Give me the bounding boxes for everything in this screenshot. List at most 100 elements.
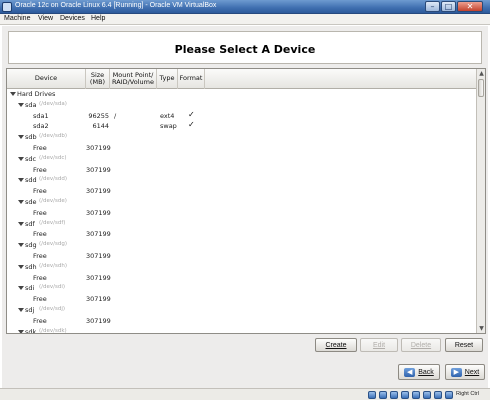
- partition-size: 307199: [86, 230, 111, 239]
- group-hard-drives[interactable]: Hard Drives: [7, 89, 477, 100]
- disk-row[interactable]: sdi (/dev/sdi): [7, 283, 477, 294]
- disk-row[interactable]: sdf (/dev/sdf): [7, 219, 477, 230]
- disk-row[interactable]: sda (/dev/sda): [7, 100, 477, 111]
- expander-icon[interactable]: [18, 156, 24, 161]
- network-icon[interactable]: [412, 391, 420, 399]
- vm-screen: Please Select A Device Device Size (MB) …: [2, 26, 488, 388]
- expander-icon[interactable]: [18, 264, 24, 269]
- minimize-button[interactable]: –: [425, 1, 440, 12]
- expander-icon[interactable]: [18, 135, 24, 140]
- mouse-integration-icon[interactable]: [445, 391, 453, 399]
- tree-header: Device Size (MB) Mount Point/ RAID/Volum…: [7, 69, 477, 89]
- disk-row[interactable]: sdk (/dev/sdk): [7, 327, 477, 334]
- window-titlebar[interactable]: Oracle 12c on Oracle Linux 6.4 [Running]…: [0, 0, 490, 14]
- partition-size: 96255: [88, 111, 109, 120]
- expander-icon[interactable]: [18, 308, 24, 312]
- disk-name: sda: [25, 100, 37, 109]
- usb-icon[interactable]: [390, 391, 398, 399]
- back-arrow-icon: ◀: [404, 367, 416, 377]
- expander-icon[interactable]: [18, 329, 24, 333]
- host-key-label: Right Ctrl: [456, 391, 479, 397]
- tree-scrollbar[interactable]: ▲ ▼: [476, 69, 485, 333]
- expander-icon[interactable]: [18, 286, 24, 291]
- menu-devices[interactable]: Devices: [60, 15, 85, 22]
- scroll-down-icon[interactable]: ▼: [478, 324, 485, 333]
- reset-button[interactable]: Reset: [445, 338, 483, 352]
- hard-disk-icon[interactable]: [368, 391, 376, 399]
- expander-icon[interactable]: [18, 178, 24, 183]
- partition-name: Free: [33, 230, 47, 239]
- optical-drive-icon[interactable]: [379, 391, 387, 399]
- capture-icon[interactable]: [434, 391, 442, 399]
- partition-row[interactable]: sda2 6144 swap ✓: [7, 120, 477, 132]
- partition-row[interactable]: Free 307199: [7, 316, 477, 327]
- vbox-statusbar: Right Ctrl: [0, 388, 490, 400]
- disk-row[interactable]: sdh (/dev/sdh): [7, 262, 477, 273]
- partition-row[interactable]: Free 307199: [7, 273, 477, 284]
- partition-row[interactable]: Free 307199: [7, 229, 477, 240]
- next-arrow-icon: ▶: [450, 367, 462, 377]
- menu-view[interactable]: View: [38, 15, 53, 22]
- partition-name: Free: [33, 273, 47, 282]
- edit-label: Edit: [372, 341, 386, 349]
- column-format[interactable]: Format: [178, 69, 205, 89]
- partition-row[interactable]: Free 307199: [7, 251, 477, 262]
- partition-mount: /: [114, 111, 117, 120]
- close-button[interactable]: ✕: [457, 1, 483, 12]
- disk-name: sdg: [25, 241, 37, 250]
- delete-label: Delete: [410, 341, 432, 349]
- partition-row[interactable]: Free 307199: [7, 208, 477, 219]
- maximize-button[interactable]: □: [441, 1, 456, 12]
- disk-row[interactable]: sdd (/dev/sdd): [7, 175, 477, 186]
- partition-row[interactable]: Free 307199: [7, 186, 477, 197]
- partition-name: sda1: [33, 111, 49, 120]
- disk-name: sdh: [25, 262, 37, 271]
- disk-row[interactable]: sdj (/dev/sdj): [7, 305, 477, 316]
- menu-help[interactable]: Help: [91, 15, 105, 22]
- partition-row[interactable]: sda1 96255 / ext4 ✓: [7, 110, 477, 122]
- expander-icon[interactable]: [10, 92, 16, 96]
- disk-path: (/dev/sdf): [39, 219, 66, 226]
- disk-path: (/dev/sdj): [39, 306, 66, 312]
- column-device[interactable]: Device: [7, 69, 86, 89]
- disk-row[interactable]: sdc (/dev/sdc): [7, 154, 477, 165]
- create-button[interactable]: Create: [315, 338, 357, 352]
- device-tree[interactable]: Device Size (MB) Mount Point/ RAID/Volum…: [6, 68, 486, 334]
- reset-label: Reset: [454, 341, 474, 349]
- column-type[interactable]: Type: [157, 69, 178, 89]
- scroll-up-icon[interactable]: ▲: [478, 69, 485, 78]
- menu-machine[interactable]: Machine: [4, 15, 30, 22]
- partition-type: ext4: [160, 111, 175, 120]
- disk-path: (/dev/sdk): [39, 327, 67, 334]
- delete-button[interactable]: Delete: [401, 338, 441, 352]
- disk-name: sdk: [25, 327, 37, 334]
- scroll-thumb[interactable]: [478, 79, 484, 97]
- disk-name: sdj: [25, 306, 35, 314]
- expander-icon[interactable]: [18, 102, 24, 107]
- next-button[interactable]: ▶ Next: [445, 364, 485, 380]
- back-button[interactable]: ◀ Back: [398, 364, 440, 380]
- column-mount[interactable]: Mount Point/ RAID/Volume: [110, 69, 157, 89]
- disk-path: (/dev/sda): [39, 100, 67, 107]
- display-icon[interactable]: [423, 391, 431, 399]
- expander-icon[interactable]: [18, 243, 24, 248]
- disk-row[interactable]: sdg (/dev/sdg): [7, 240, 477, 251]
- disk-row[interactable]: sdb (/dev/sdb): [7, 132, 477, 143]
- partition-row[interactable]: Free 307199: [7, 165, 477, 176]
- disk-row[interactable]: sde (/dev/sde): [7, 197, 477, 208]
- partition-row[interactable]: Free 307199: [7, 143, 477, 154]
- expander-icon[interactable]: [18, 221, 24, 226]
- disk-name: sdb: [25, 133, 37, 142]
- disk-path: (/dev/sdd): [39, 176, 67, 183]
- virtualbox-icon: [2, 2, 12, 12]
- page-title: Please Select A Device: [174, 43, 316, 56]
- disk-path: (/dev/sdc): [39, 154, 67, 161]
- disk-path: (/dev/sdi): [39, 284, 66, 291]
- partition-row[interactable]: Free 307199: [7, 294, 477, 305]
- create-label: Create: [325, 341, 347, 349]
- shared-folders-icon[interactable]: [401, 391, 409, 399]
- expander-icon[interactable]: [18, 200, 24, 204]
- edit-button[interactable]: Edit: [360, 338, 398, 352]
- column-size[interactable]: Size (MB): [86, 69, 110, 89]
- partition-name: sda2: [33, 122, 49, 131]
